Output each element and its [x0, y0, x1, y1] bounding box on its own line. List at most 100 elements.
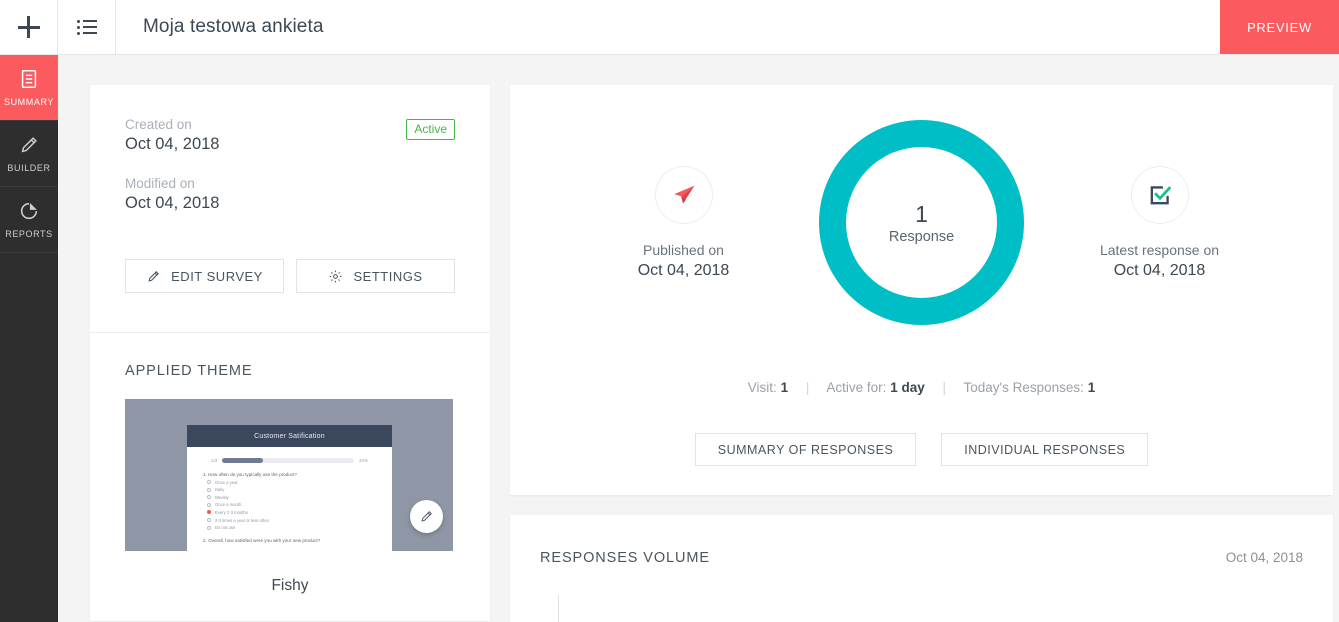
checkbox-check-icon [1150, 185, 1171, 204]
sidebar-item-label: SUMMARY [3, 97, 55, 107]
visit-value: 1 [780, 380, 789, 395]
responses-volume-card: RESPONSES VOLUME Oct 04, 2018 1 [510, 515, 1333, 622]
theme-preview-header: Customer Satification [187, 425, 392, 447]
today-responses-value: 1 [1087, 380, 1096, 395]
option-label: 2-3 times a year or less often [215, 517, 269, 523]
theme-preview-progress: 1/3 33% [187, 447, 392, 463]
option-label: Once a month [215, 502, 242, 508]
survey-list-button[interactable] [58, 0, 116, 54]
left-nav-rail: SUMMARY BUILDER REPORTS [0, 55, 58, 622]
list-item: Weekly [187, 492, 392, 500]
edit-survey-label: EDIT SURVEY [171, 268, 263, 284]
sidebar-item-builder[interactable]: BUILDER [0, 121, 58, 187]
today-responses-label: Today's Responses: [963, 380, 1084, 395]
theme-preview-question-2: 2. Overall, how satisfied were you with … [203, 538, 321, 544]
progress-suffix: 33% [358, 458, 368, 463]
active-for-label: Active for: [826, 380, 887, 395]
response-donut-text: 1 Response [889, 200, 954, 245]
visit-label: Visit: [747, 380, 777, 395]
radio-icon [207, 518, 211, 523]
radio-icon-selected [207, 510, 211, 515]
pie-chart-icon [20, 202, 38, 220]
plus-icon [17, 16, 40, 38]
edit-survey-button[interactable]: EDIT SURVEY [125, 259, 284, 293]
list-item: Once a year [187, 477, 392, 485]
published-value: Oct 04, 2018 [637, 261, 730, 279]
theme-preview-options: Once a year Daily Weekly Once a month Ev… [187, 477, 392, 530]
applied-theme-title: APPLIED THEME [125, 363, 253, 379]
sidebar-item-reports[interactable]: REPORTS [0, 187, 58, 253]
theme-preview-question-1: 1. How often do you typically use the pr… [203, 472, 297, 477]
option-label: Daily [215, 487, 225, 493]
option-label: Do not use [215, 525, 236, 531]
response-caption: Response [888, 228, 955, 245]
gear-icon [330, 270, 342, 282]
individual-responses-button[interactable]: INDIVIDUAL RESPONSES [941, 433, 1149, 466]
option-label: Once a year [215, 479, 238, 485]
radio-icon [207, 525, 211, 530]
stats-separator: | [942, 380, 946, 395]
list-item: 2-3 times a year or less often [187, 515, 392, 523]
response-stats-line: Visit: 1 | Active for: 1 day | Today's R… [510, 380, 1333, 395]
radio-icon [207, 502, 211, 507]
sidebar-item-label: REPORTS [5, 229, 53, 239]
top-bar: Moja testowa ankieta PREVIEW [0, 0, 1339, 55]
right-column: Published on Oct 04, 2018 1 Response Lat… [510, 85, 1333, 622]
response-overview-card: Published on Oct 04, 2018 1 Response Lat… [510, 85, 1333, 495]
pencil-icon [148, 270, 160, 282]
list-item: Once a month [187, 500, 392, 508]
modified-on-value: Oct 04, 2018 [125, 194, 220, 212]
option-label: Every 2-3 months [215, 509, 248, 515]
progress-prefix: 1/3 [211, 458, 218, 463]
theme-preview-page: Customer Satification 1/3 33% 1. How oft… [187, 425, 392, 551]
radio-icon [207, 495, 211, 500]
list-item: Every 2-3 months [187, 507, 392, 515]
bullet-list-icon [76, 19, 97, 35]
preview-button[interactable]: PREVIEW [1220, 0, 1339, 54]
latest-response-value: Oct 04, 2018 [1113, 261, 1206, 279]
survey-actions: EDIT SURVEY SETTINGS [125, 259, 455, 293]
theme-thumbnail[interactable]: Customer Satification 1/3 33% 1. How oft… [125, 399, 453, 551]
radio-icon [207, 487, 211, 492]
response-overview-row: Published on Oct 04, 2018 1 Response Lat… [510, 85, 1333, 360]
pencil-icon [421, 511, 432, 522]
response-donut: 1 Response [819, 120, 1024, 325]
left-column: Active Created on Oct 04, 2018 Modified … [90, 85, 490, 621]
survey-info-card: Active Created on Oct 04, 2018 Modified … [90, 85, 490, 621]
responses-volume-chart: 1 [540, 595, 1303, 622]
response-actions: SUMMARY OF RESPONSES INDIVIDUAL RESPONSE… [510, 433, 1333, 466]
modified-on-label: Modified on [125, 176, 195, 191]
theme-name: Fishy [271, 577, 309, 594]
progress-bar [222, 458, 354, 463]
edit-theme-button[interactable] [410, 500, 443, 533]
settings-button[interactable]: SETTINGS [296, 259, 455, 293]
published-stat: Published on Oct 04, 2018 [576, 165, 791, 280]
app-root: Moja testowa ankieta PREVIEW SUMMARY BUI… [0, 0, 1339, 622]
radio-icon [207, 480, 211, 485]
paper-plane-icon [673, 185, 694, 204]
list-item: Do not use [187, 523, 392, 531]
pencil-icon [21, 137, 37, 153]
active-for-value: 1 day [890, 380, 925, 395]
published-label: Published on [643, 241, 724, 258]
responses-volume-date: Oct 04, 2018 [1225, 550, 1303, 565]
latest-icon-wrap [1130, 165, 1189, 224]
survey-meta: Active Created on Oct 04, 2018 Modified … [90, 85, 490, 332]
list-item: Daily [187, 485, 392, 493]
settings-label: SETTINGS [353, 268, 423, 284]
sidebar-item-summary[interactable]: SUMMARY [0, 55, 58, 121]
stats-separator: | [805, 380, 810, 395]
summary-of-responses-button[interactable]: SUMMARY OF RESPONSES [694, 433, 917, 466]
latest-response-label: Latest response on [1099, 241, 1220, 258]
sidebar-item-label: BUILDER [7, 163, 51, 173]
response-count: 1 [915, 201, 928, 228]
responses-volume-title: RESPONSES VOLUME [540, 550, 710, 566]
published-icon-wrap [654, 165, 713, 224]
document-icon [21, 70, 37, 88]
content-area: Active Created on Oct 04, 2018 Modified … [58, 55, 1339, 622]
status-badge: Active [406, 119, 455, 140]
responses-volume-header: RESPONSES VOLUME Oct 04, 2018 [540, 550, 1303, 566]
add-button[interactable] [0, 0, 58, 54]
chart-y-axis [558, 595, 559, 622]
applied-theme-section: APPLIED THEME Customer Satification 1/3 … [90, 333, 490, 621]
